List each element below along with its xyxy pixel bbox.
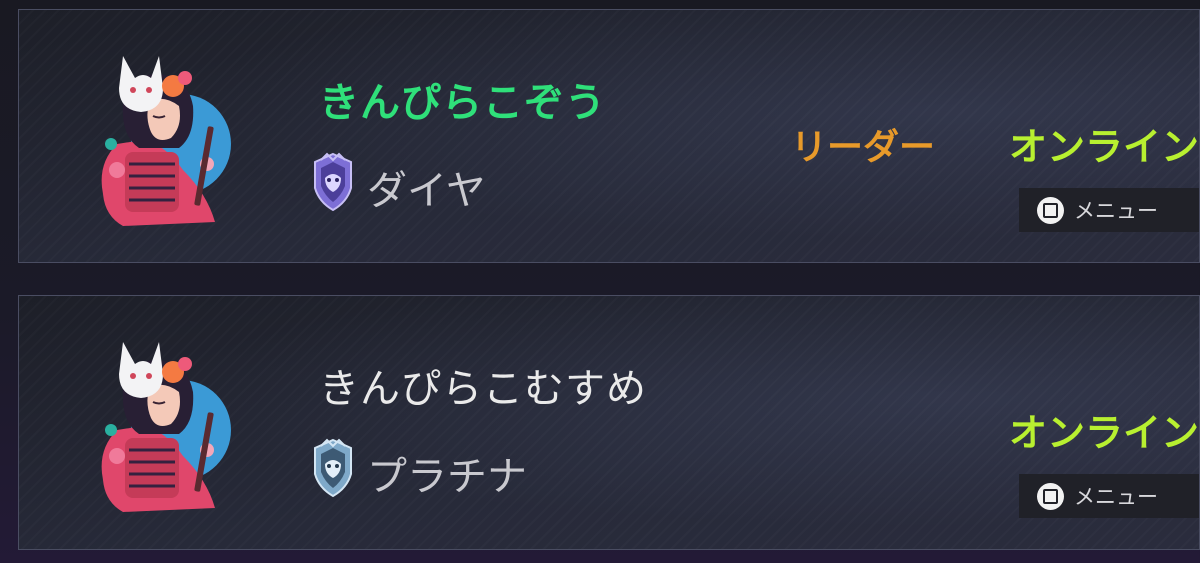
online-status: オンライン [1008, 411, 1199, 455]
rank-label: プラチナ [367, 454, 527, 500]
rank-label: ダイヤ [367, 168, 486, 214]
menu-button[interactable]: メニュー [1019, 474, 1199, 518]
party-member-card[interactable]: きんぴらこむすめ プラチナ オンライン メニュー [18, 295, 1200, 550]
player-name: きんぴらこぞう [319, 80, 606, 126]
player-name: きんぴらこむすめ [319, 366, 647, 412]
kitsune-girl-avatar [101, 342, 231, 512]
leader-badge: リーダー [791, 127, 936, 168]
square-button-icon [1037, 196, 1064, 224]
online-status: オンライン [1008, 125, 1199, 169]
platinum-rank-icon [314, 438, 352, 498]
kitsune-girl-avatar [101, 56, 231, 226]
menu-button-label: メニュー [1074, 485, 1158, 509]
menu-button[interactable]: メニュー [1019, 188, 1199, 232]
diamond-rank-icon [314, 152, 352, 212]
party-member-card[interactable]: きんぴらこぞう ダイヤ リーダー オンライン メニュー [18, 9, 1200, 263]
menu-button-label: メニュー [1074, 199, 1158, 223]
square-button-icon [1037, 482, 1064, 510]
